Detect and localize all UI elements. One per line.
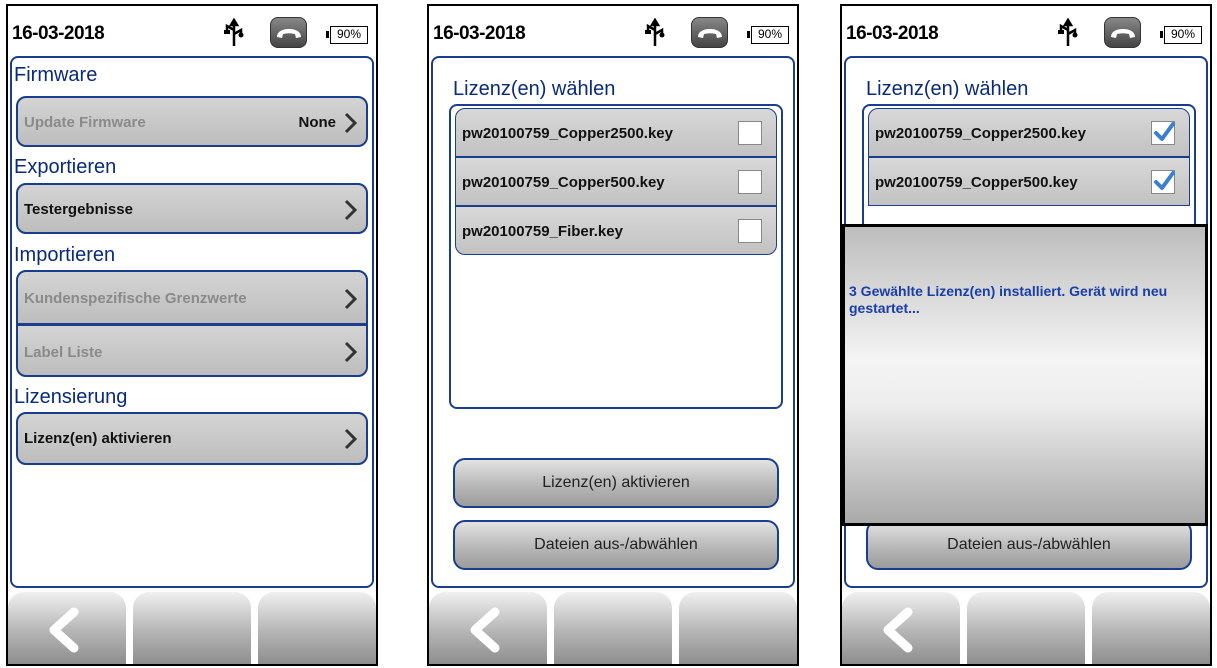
phone-hangup-icon <box>691 17 728 48</box>
status-date: 16-03-2018 <box>12 23 105 44</box>
back-chevron-icon <box>883 607 913 653</box>
bottom-nav <box>429 586 797 664</box>
status-bar: 16-03-2018 90% <box>429 6 797 56</box>
battery-indicator: 90% <box>1160 26 1202 44</box>
license-panel: Lizenz(en) wählen pw20100759_Copper2500.… <box>431 56 795 588</box>
section-licensing: Lizensierung <box>14 386 128 408</box>
chevron-right-icon <box>344 341 358 363</box>
checkmark-icon <box>1154 122 1175 141</box>
install-message: 3 Gewählte Lizenz(en) installiert. Gerät… <box>849 283 1168 316</box>
status-bar: 16-03-2018 90% <box>842 6 1210 56</box>
toggle-files-button[interactable]: Dateien aus-/abwählen <box>453 520 779 570</box>
chevron-right-icon <box>344 288 358 310</box>
license-checkbox-checked[interactable] <box>1151 170 1175 194</box>
nav-button-2[interactable] <box>554 592 672 664</box>
update-firmware-button[interactable]: Update Firmware None <box>16 96 368 147</box>
chevron-right-icon <box>344 428 358 450</box>
back-button[interactable] <box>842 592 960 664</box>
license-item-label: pw20100759_Copper2500.key <box>875 125 1086 142</box>
license-item[interactable]: pw20100759_Copper500.key <box>868 157 1190 206</box>
license-select-screen: 16-03-2018 90% Lizenz(en) wählen pw20100… <box>427 4 799 666</box>
activate-licenses-button[interactable]: Lizenz(en) aktivieren <box>453 458 779 508</box>
phone-hangup-icon <box>1104 17 1141 48</box>
license-item[interactable]: pw20100759_Copper2500.key <box>455 108 777 157</box>
license-item-label: pw20100759_Copper500.key <box>462 174 665 191</box>
status-date: 16-03-2018 <box>433 23 526 44</box>
license-checkbox[interactable] <box>738 219 762 243</box>
activate-licenses-label: Lizenz(en) aktivieren <box>24 430 172 447</box>
update-firmware-value: None <box>298 114 337 131</box>
battery-indicator: 90% <box>747 26 789 44</box>
phone-hangup-icon <box>270 17 307 48</box>
chevron-right-icon <box>344 112 358 134</box>
back-button[interactable] <box>429 592 547 664</box>
bottom-nav <box>842 586 1210 664</box>
label-list-button[interactable]: Label Liste <box>16 324 368 377</box>
activate-licenses-button[interactable]: Lizenz(en) aktivieren <box>16 412 368 465</box>
license-list: pw20100759_Copper2500.key pw20100759_Cop… <box>449 104 783 409</box>
license-select-title: Lizenz(en) wählen <box>866 78 1029 100</box>
toggle-files-button[interactable]: Dateien aus-/abwählen <box>866 520 1192 570</box>
back-chevron-icon <box>49 607 79 653</box>
checkmark-icon <box>1154 171 1175 190</box>
nav-button-2[interactable] <box>133 592 251 664</box>
label-list-label: Label Liste <box>24 344 103 361</box>
usb-icon <box>1058 18 1078 46</box>
usb-icon <box>224 18 244 46</box>
section-firmware: Firmware <box>14 64 98 86</box>
install-dialog: 3 Gewählte Lizenz(en) installiert. Gerät… <box>842 224 1208 526</box>
nav-button-3[interactable] <box>258 592 376 664</box>
license-checkbox[interactable] <box>738 121 762 145</box>
custom-limits-label: Kundenspezifische Grenzwerte <box>24 290 247 307</box>
license-item[interactable]: pw20100759_Fiber.key <box>455 206 777 255</box>
license-item[interactable]: pw20100759_Copper500.key <box>455 157 777 206</box>
settings-panel: Firmware Update Firmware None Exportiere… <box>10 56 374 588</box>
license-item-label: pw20100759_Fiber.key <box>462 223 623 240</box>
back-chevron-icon <box>470 607 500 653</box>
status-date: 16-03-2018 <box>846 23 939 44</box>
usb-icon <box>645 18 665 46</box>
license-item[interactable]: pw20100759_Copper2500.key <box>868 108 1190 157</box>
license-item-label: pw20100759_Copper2500.key <box>462 125 673 142</box>
nav-button-3[interactable] <box>679 592 797 664</box>
custom-limits-button[interactable]: Kundenspezifische Grenzwerte <box>16 270 368 325</box>
test-results-button[interactable]: Testergebnisse <box>16 183 368 234</box>
settings-screen: 16-03-2018 90% Firmware Update Firmware … <box>6 4 378 666</box>
section-import: Importieren <box>14 244 116 266</box>
chevron-right-icon <box>344 199 358 221</box>
update-firmware-label: Update Firmware <box>24 114 146 131</box>
bottom-nav <box>8 586 376 664</box>
section-export: Exportieren <box>14 156 117 178</box>
test-results-label: Testergebnisse <box>24 201 133 218</box>
license-item-label: pw20100759_Copper500.key <box>875 174 1078 191</box>
back-button[interactable] <box>8 592 126 664</box>
license-installed-screen: 16-03-2018 90% Lizenz(en) wählen pw20100… <box>840 4 1212 666</box>
battery-indicator: 90% <box>326 26 368 44</box>
license-checkbox[interactable] <box>738 170 762 194</box>
license-checkbox-checked[interactable] <box>1151 121 1175 145</box>
nav-button-3[interactable] <box>1092 592 1210 664</box>
status-bar: 16-03-2018 90% <box>8 6 376 56</box>
license-select-title: Lizenz(en) wählen <box>453 78 616 100</box>
nav-button-2[interactable] <box>967 592 1085 664</box>
